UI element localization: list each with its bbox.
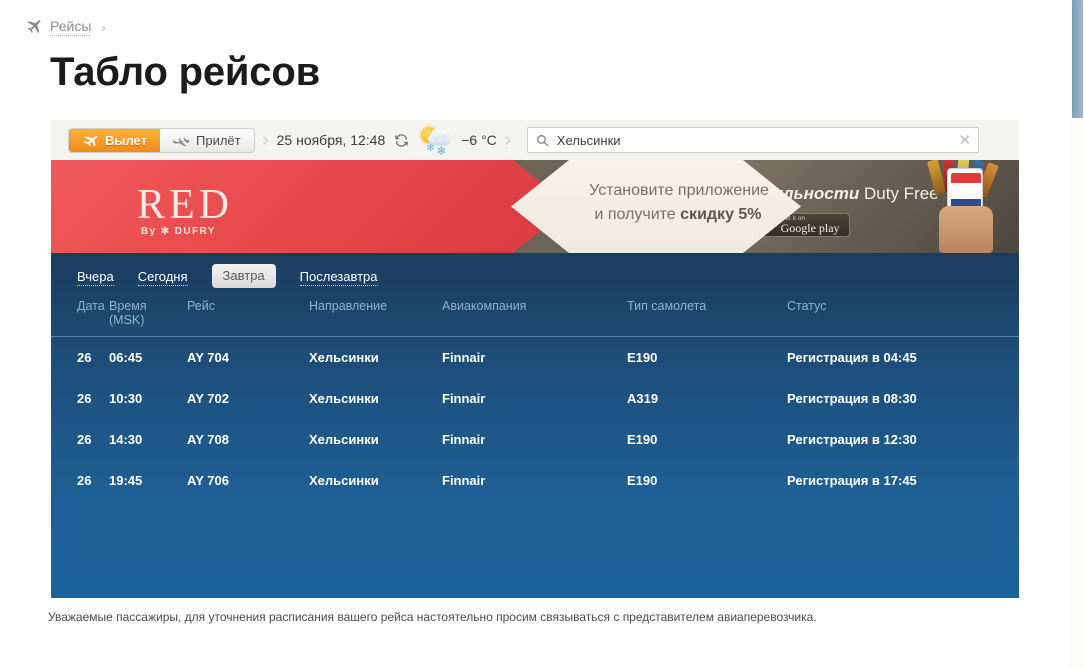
- flights-table-head: Дата Время (MSK) Рейс Направление Авиако…: [51, 293, 1019, 337]
- current-datetime: 25 ноября, 12:48: [276, 132, 386, 148]
- banner-promo-prefix: и получите: [594, 206, 681, 223]
- cell-aircraft: A319: [627, 391, 659, 406]
- promo-banner[interactable]: Программа лояльности Duty Free Available…: [51, 160, 1019, 253]
- day-tab-tomorrow[interactable]: Завтра: [211, 264, 276, 288]
- cell-aircraft: E190: [627, 350, 658, 365]
- page-title: Табло рейсов: [50, 50, 320, 94]
- cell-time: 19:45: [109, 473, 143, 488]
- clear-icon[interactable]: ✕: [952, 128, 978, 152]
- cell-date: 26: [77, 391, 92, 406]
- day-tabs: Вчера Сегодня Завтра Послезавтра: [51, 253, 1019, 291]
- banner-red-panel: RED By ✻ DUFRY: [51, 160, 571, 253]
- column-header-status: Статус: [787, 293, 1019, 337]
- cell-airline: Finnair: [442, 350, 486, 365]
- cell-direction[interactable]: Хельсинки: [309, 460, 442, 501]
- cell-status: Регистрация в 04:45: [787, 350, 917, 365]
- refresh-icon[interactable]: [394, 133, 409, 148]
- cell-date: 26: [77, 473, 92, 488]
- cell-airline: Finnair: [442, 432, 486, 447]
- cell-flight: AY 706: [187, 473, 229, 488]
- cell-status: Регистрация в 12:30: [787, 432, 917, 447]
- table-row[interactable]: 26 06:45 AY 704 Хельсинки Finnair E190 Р…: [51, 337, 1019, 379]
- banner-promo-line1: Установите приложение: [589, 182, 769, 199]
- column-header-time-sub: (MSK): [109, 313, 145, 327]
- column-header-direction: Направление: [309, 293, 442, 337]
- temperature-value: −6 °C: [461, 132, 497, 148]
- arrival-plane-icon: [173, 134, 190, 146]
- toolbar-separator-1: ›: [262, 128, 269, 151]
- search-input[interactable]: [548, 132, 952, 148]
- toolbar-separator-2: ›: [504, 128, 512, 151]
- direction-segmented-control[interactable]: Вылет Прилёт: [68, 127, 255, 153]
- cell-status: Регистрация в 17:45: [787, 473, 917, 488]
- cell-time: 06:45: [109, 350, 143, 365]
- table-header-row: Дата Время (MSK) Рейс Направление Авиако…: [51, 293, 1019, 337]
- breadcrumb: Рейсы ›: [24, 18, 106, 36]
- flight-board-page: Рейсы › Табло рейсов Вылет Прилёт › 25 н…: [0, 0, 1084, 667]
- segment-departures[interactable]: Вылет: [69, 128, 161, 152]
- google-play-badge-big: Google play: [780, 221, 840, 235]
- table-row[interactable]: 26 10:30 AY 702 Хельсинки Finnair A319 Р…: [51, 378, 1019, 419]
- datetime-weather-block: 25 ноября, 12:48 ❄ ❄ −6 °C: [276, 126, 497, 157]
- cell-aircraft: E190: [627, 432, 658, 447]
- hand-illustration: [939, 206, 993, 253]
- banner-cream-panel: Установите приложение и получите скидку …: [511, 160, 801, 253]
- flight-board-panel: Вчера Сегодня Завтра Послезавтра Дата Вр…: [51, 253, 1019, 598]
- passenger-notice: Уважаемые пассажиры, для уточнения распи…: [48, 610, 817, 624]
- cell-date: 26: [77, 350, 92, 365]
- sun-cloud-snow-icon: ❄ ❄: [418, 126, 452, 157]
- banner-brand: RED: [137, 182, 233, 228]
- search-icon: [528, 134, 549, 147]
- cell-aircraft: E190: [627, 473, 658, 488]
- banner-promo-discount: скидку 5%: [680, 206, 762, 223]
- column-header-airline: Авиакомпания: [442, 293, 627, 337]
- page-scrollbar[interactable]: [1070, 0, 1084, 667]
- search-box[interactable]: ✕: [526, 127, 979, 153]
- table-row[interactable]: 26 19:45 AY 706 Хельсинки Finnair E190 Р…: [51, 460, 1019, 501]
- column-header-date: Дата: [51, 293, 109, 337]
- chevron-right-icon: ›: [101, 19, 106, 35]
- banner-brand-sub: By ✻ DUFRY: [141, 226, 216, 237]
- day-tab-today[interactable]: Сегодня: [137, 269, 188, 286]
- cell-time: 14:30: [109, 432, 143, 447]
- banner-promo-line2: и получите скидку 5%: [573, 206, 783, 224]
- day-tab-yesterday[interactable]: Вчера: [77, 269, 114, 286]
- departure-plane-icon: [82, 134, 99, 146]
- column-header-flight: Рейс: [187, 293, 309, 337]
- board-toolbar: Вылет Прилёт › 25 ноября, 12:48 ❄ ❄ −6 °…: [51, 120, 1019, 160]
- day-tab-day-after-tomorrow[interactable]: Послезавтра: [299, 269, 378, 286]
- cell-flight: AY 708: [187, 432, 229, 447]
- cell-status: Регистрация в 08:30: [787, 391, 917, 406]
- scrollbar-thumb[interactable]: [1072, 0, 1083, 118]
- flights-table-body: 26 06:45 AY 704 Хельсинки Finnair E190 Р…: [51, 337, 1019, 502]
- phone-illustration: [919, 160, 1015, 253]
- cell-airline: Finnair: [442, 391, 486, 406]
- airplane-icon: [24, 18, 42, 36]
- segment-arrivals-label: Прилёт: [196, 132, 241, 148]
- cell-date: 26: [77, 432, 92, 447]
- cell-time: 10:30: [109, 391, 143, 406]
- cell-flight: AY 704: [187, 350, 229, 365]
- table-row[interactable]: 26 14:30 AY 708 Хельсинки Finnair E190 Р…: [51, 419, 1019, 460]
- cell-airline: Finnair: [442, 473, 486, 488]
- cell-direction[interactable]: Хельсинки: [309, 337, 442, 379]
- cell-direction[interactable]: Хельсинки: [309, 419, 442, 460]
- column-header-time: Время (MSK): [109, 293, 187, 337]
- breadcrumb-link-flights[interactable]: Рейсы: [50, 18, 92, 36]
- segment-departures-label: Вылет: [105, 132, 148, 148]
- cell-flight: AY 702: [187, 391, 229, 406]
- google-play-badge-text: Get it on Google play: [781, 216, 840, 234]
- segment-arrivals[interactable]: Прилёт: [160, 129, 254, 152]
- column-header-time-label: Время: [109, 299, 147, 313]
- flights-table: Дата Время (MSK) Рейс Направление Авиако…: [51, 293, 1019, 501]
- cell-direction[interactable]: Хельсинки: [309, 378, 442, 419]
- column-header-aircraft: Тип самолета: [627, 293, 787, 337]
